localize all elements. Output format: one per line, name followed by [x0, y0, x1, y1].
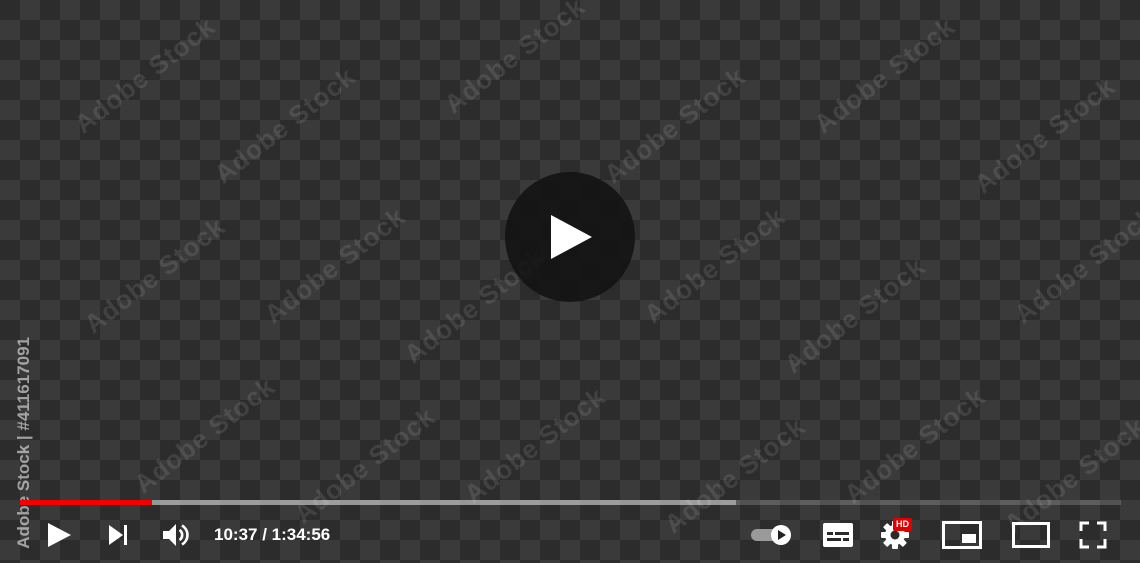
play-icon — [48, 522, 71, 547]
theater-mode-button[interactable] — [1009, 512, 1053, 557]
autoplay-toggle[interactable] — [746, 512, 796, 557]
watermark: Adobe Stock — [258, 200, 411, 330]
watermark: Adobe Stock — [598, 60, 751, 190]
subtitles-icon — [823, 522, 853, 547]
watermark: Adobe Stock — [438, 0, 591, 120]
miniplayer-icon — [942, 520, 982, 549]
hd-badge: HD — [893, 518, 912, 531]
time-separator: / — [257, 524, 272, 544]
watermark: Adobe Stock — [68, 10, 221, 140]
time-display: 10:37 / 1:34:56 — [214, 512, 330, 557]
subtitles-button[interactable] — [818, 512, 858, 557]
current-time: 10:37 — [214, 524, 258, 544]
watermark: Adobe Stock — [968, 70, 1121, 200]
watermark: Adobe Stock — [208, 60, 361, 190]
watermark: Adobe Stock — [128, 370, 281, 500]
next-button[interactable] — [100, 512, 136, 557]
play-button[interactable] — [40, 512, 76, 557]
progress-bar[interactable] — [20, 500, 1121, 505]
fullscreen-button[interactable] — [1074, 512, 1112, 557]
duration: 1:34:56 — [271, 524, 331, 544]
volume-button[interactable] — [157, 512, 193, 557]
watermark: Adobe Stock — [808, 10, 961, 140]
fullscreen-icon — [1079, 521, 1107, 548]
video-player[interactable]: Adobe Stock Adobe Stock Adobe Stock Adob… — [0, 0, 1140, 563]
miniplayer-button[interactable] — [940, 512, 984, 557]
watermark: Adobe Stock — [638, 200, 791, 330]
watermark: Adobe Stock — [288, 400, 441, 530]
play-icon — [551, 215, 592, 259]
watermark: Adobe Stock — [458, 380, 611, 510]
control-bar: 10:37 / 1:34:56 HD — [0, 512, 1140, 557]
watermark: Adobe Stock — [78, 210, 231, 340]
volume-icon — [163, 523, 189, 546]
big-play-button[interactable] — [505, 172, 635, 302]
watermark: Adobe Stock — [778, 250, 931, 380]
autoplay-toggle-icon — [751, 524, 791, 545]
skip-next-icon — [109, 524, 127, 545]
progress-played — [20, 500, 153, 505]
theater-mode-icon — [1012, 521, 1050, 548]
watermark: Adobe Stock — [838, 380, 991, 510]
watermark: Adobe Stock — [1008, 200, 1140, 330]
